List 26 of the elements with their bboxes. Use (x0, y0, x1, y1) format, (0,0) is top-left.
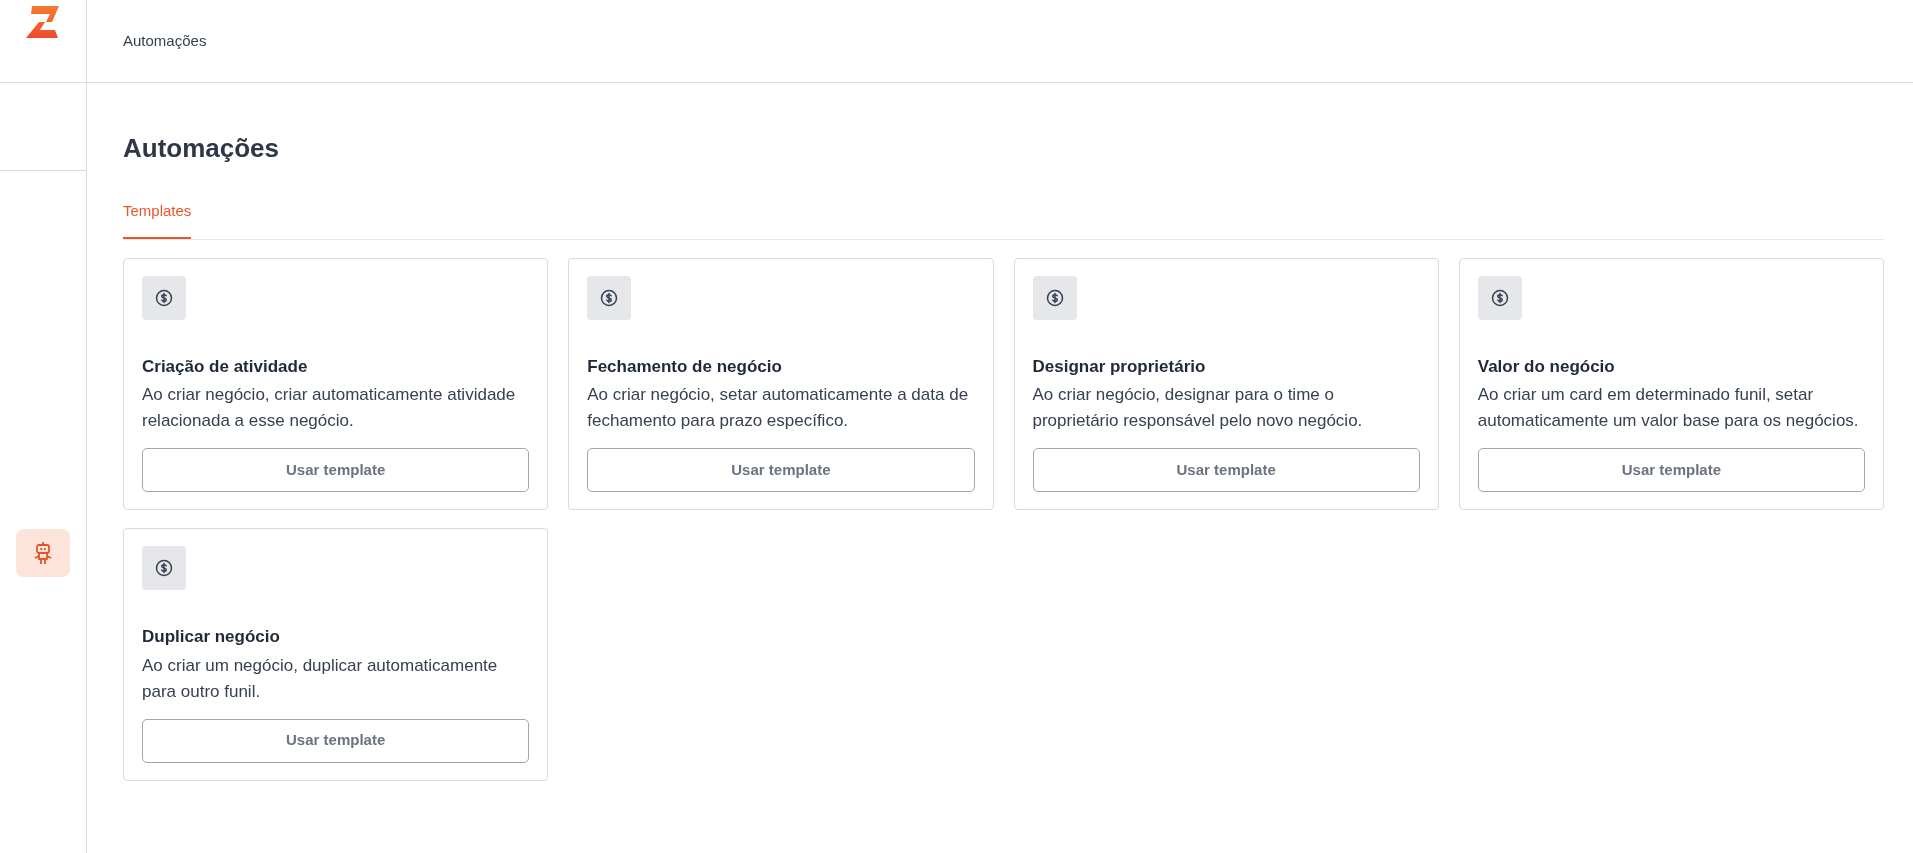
use-template-button[interactable]: Usar template (142, 718, 530, 763)
dollar-icon (1490, 288, 1509, 307)
automations-nav-button[interactable] (16, 529, 70, 577)
template-title: Fechamento de negócio (587, 355, 783, 378)
logo-icon (26, 5, 60, 39)
template-description: Ao criar negócio, criar automaticamente atividade relacionada a esse negócio. (142, 384, 517, 432)
breadcrumb: Automações (123, 30, 207, 51)
template-title: Designar proprietário (1032, 355, 1207, 378)
use-template-button[interactable]: Usar template (142, 448, 530, 492)
template-description: Ao criar negócio, designar para o time o proprietário responsável pelo novo negócio. (1032, 384, 1364, 432)
dollar-icon (155, 288, 173, 307)
page-title: Automações (123, 132, 281, 165)
template-title: Valor do negócio (1477, 355, 1616, 378)
use-template-button[interactable]: Usar template (587, 448, 975, 492)
template-title: Duplicar negócio (142, 626, 281, 648)
use-template-button[interactable]: Usar template (1477, 448, 1865, 492)
template-title: Criação de atividade (142, 355, 309, 378)
robot-icon (32, 541, 54, 565)
dollar-icon (155, 559, 173, 577)
template-description: Ao criar um card em determinado funil, setar automaticamente um valor base para os negócios. (1477, 384, 1860, 432)
use-template-button[interactable]: Usar template (1032, 448, 1420, 492)
dollar-icon (600, 288, 619, 307)
tab[interactable]: Templates (123, 200, 192, 239)
dollar-icon (1045, 288, 1064, 307)
template-description: Ao criar negócio, setar automaticamente a data de fechamento para prazo específico. (587, 384, 970, 432)
template-description: Ao criar um negócio, duplicar automaticamente para outro funil. (142, 654, 499, 703)
